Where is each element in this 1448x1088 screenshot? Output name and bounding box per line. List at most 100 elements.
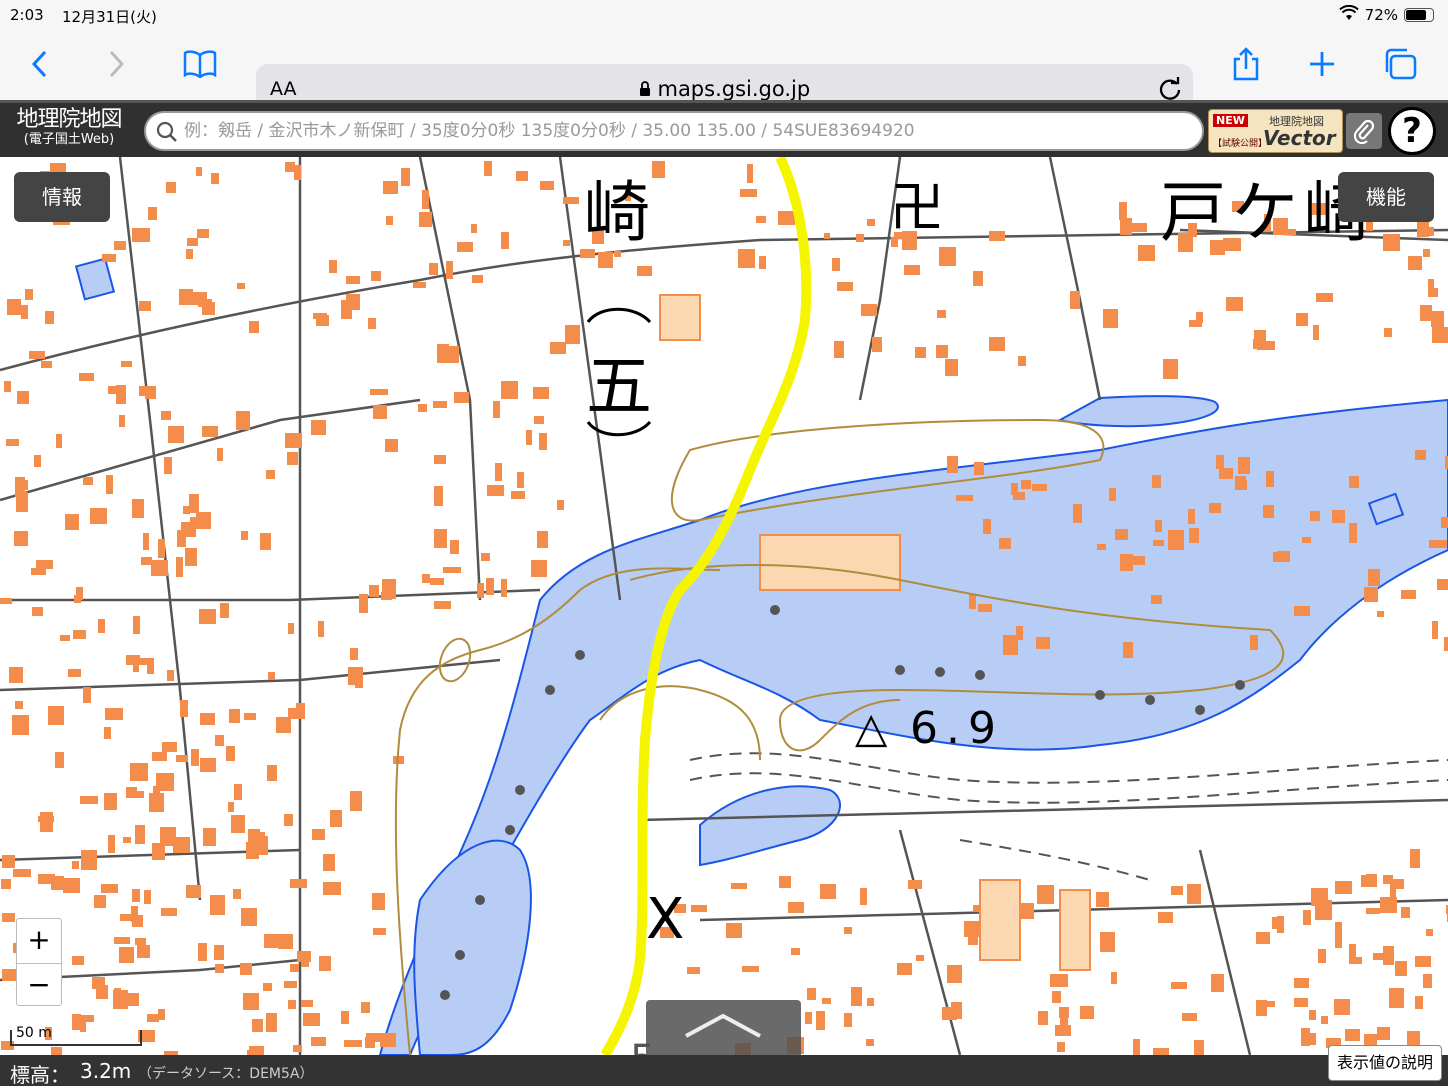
building — [323, 882, 341, 895]
building — [68, 669, 81, 677]
building — [999, 538, 1011, 549]
building — [237, 283, 245, 289]
site-logo[interactable]: 地理院地図 (電子国土Web) — [4, 109, 134, 147]
elevation-value-label: 6.9 — [910, 703, 1004, 754]
building — [372, 893, 385, 910]
vector-map-banner[interactable]: NEW 【試験公開】 地理院地図 Vector — [1208, 109, 1343, 153]
building — [1309, 1010, 1316, 1020]
building — [916, 955, 924, 961]
building — [867, 219, 875, 226]
building — [381, 592, 392, 600]
building — [1153, 540, 1164, 546]
building — [807, 988, 816, 1000]
building — [373, 405, 387, 419]
building — [517, 472, 524, 488]
search-box[interactable] — [144, 111, 1204, 151]
building — [422, 574, 430, 583]
building — [1103, 309, 1118, 328]
building — [1302, 537, 1311, 543]
building — [1187, 884, 1201, 904]
zoom-in-button[interactable]: + — [17, 919, 61, 963]
building — [434, 486, 443, 506]
building — [385, 439, 398, 452]
building — [1349, 523, 1357, 543]
building — [691, 905, 707, 912]
building — [791, 948, 800, 955]
building — [202, 426, 218, 437]
building — [186, 249, 193, 259]
building — [236, 411, 250, 430]
building — [160, 827, 176, 846]
building — [79, 373, 94, 381]
map-graphics — [0, 157, 1448, 1055]
building — [539, 433, 547, 450]
building — [341, 1011, 349, 1024]
new-tab-icon[interactable] — [1302, 44, 1342, 84]
building — [915, 347, 926, 358]
back-icon[interactable] — [20, 44, 60, 84]
building — [135, 825, 145, 844]
explain-values-button[interactable]: 表示値の説明 — [1327, 1045, 1442, 1081]
share-icon[interactable] — [1226, 44, 1266, 84]
forward-icon[interactable] — [96, 44, 136, 84]
bookmarks-icon[interactable] — [180, 44, 220, 84]
building — [540, 181, 554, 190]
map-canvas[interactable]: 崎 卍 戸ケ崎 五 △ 6.9 X 5 — [0, 157, 1448, 1055]
info-button[interactable]: 情報 — [14, 172, 110, 222]
building — [437, 344, 449, 363]
building — [149, 793, 164, 812]
building — [164, 457, 172, 474]
building — [366, 1033, 382, 1042]
building — [125, 993, 139, 1006]
function-button[interactable]: 機能 — [1338, 172, 1434, 222]
building — [176, 755, 188, 762]
building — [29, 351, 45, 359]
building — [368, 318, 376, 329]
building — [1256, 1000, 1267, 1016]
building — [121, 361, 132, 367]
building — [1380, 897, 1397, 913]
building — [973, 271, 983, 286]
browser-toolbar: AA maps.gsi.go.jp — [0, 30, 1448, 114]
building — [152, 752, 167, 761]
building — [114, 988, 121, 997]
building — [1070, 291, 1080, 309]
building — [31, 568, 46, 575]
building — [1235, 476, 1246, 486]
building — [131, 906, 138, 922]
paperclip-icon[interactable] — [1346, 113, 1382, 149]
building — [108, 386, 117, 394]
building — [1100, 932, 1115, 952]
building — [742, 966, 759, 972]
building — [1196, 312, 1203, 323]
status-time: 2:03 — [10, 6, 44, 24]
zoom-out-button[interactable]: − — [17, 963, 61, 1007]
building — [190, 517, 206, 524]
building — [51, 1047, 62, 1055]
building — [380, 1033, 396, 1047]
tabs-overview-icon[interactable] — [1380, 44, 1420, 84]
building — [1073, 504, 1082, 523]
building — [267, 765, 277, 781]
expand-panel-button[interactable] — [646, 1000, 801, 1056]
building — [98, 619, 105, 633]
building — [240, 963, 252, 975]
building — [1420, 305, 1432, 321]
building — [105, 708, 123, 720]
building — [153, 786, 160, 794]
search-input[interactable] — [184, 117, 1194, 145]
building — [1432, 327, 1448, 343]
url-value: maps.gsi.go.jp — [657, 77, 811, 101]
map-label-saki: 崎 — [584, 174, 650, 251]
building — [293, 1045, 302, 1052]
building — [290, 964, 299, 972]
building — [15, 477, 25, 497]
building — [243, 993, 259, 1010]
building — [1401, 907, 1410, 918]
building — [1171, 886, 1183, 895]
building — [370, 389, 388, 395]
building — [1408, 256, 1422, 270]
building — [83, 687, 91, 703]
help-button[interactable]: ? — [1388, 107, 1436, 155]
building — [229, 709, 240, 723]
